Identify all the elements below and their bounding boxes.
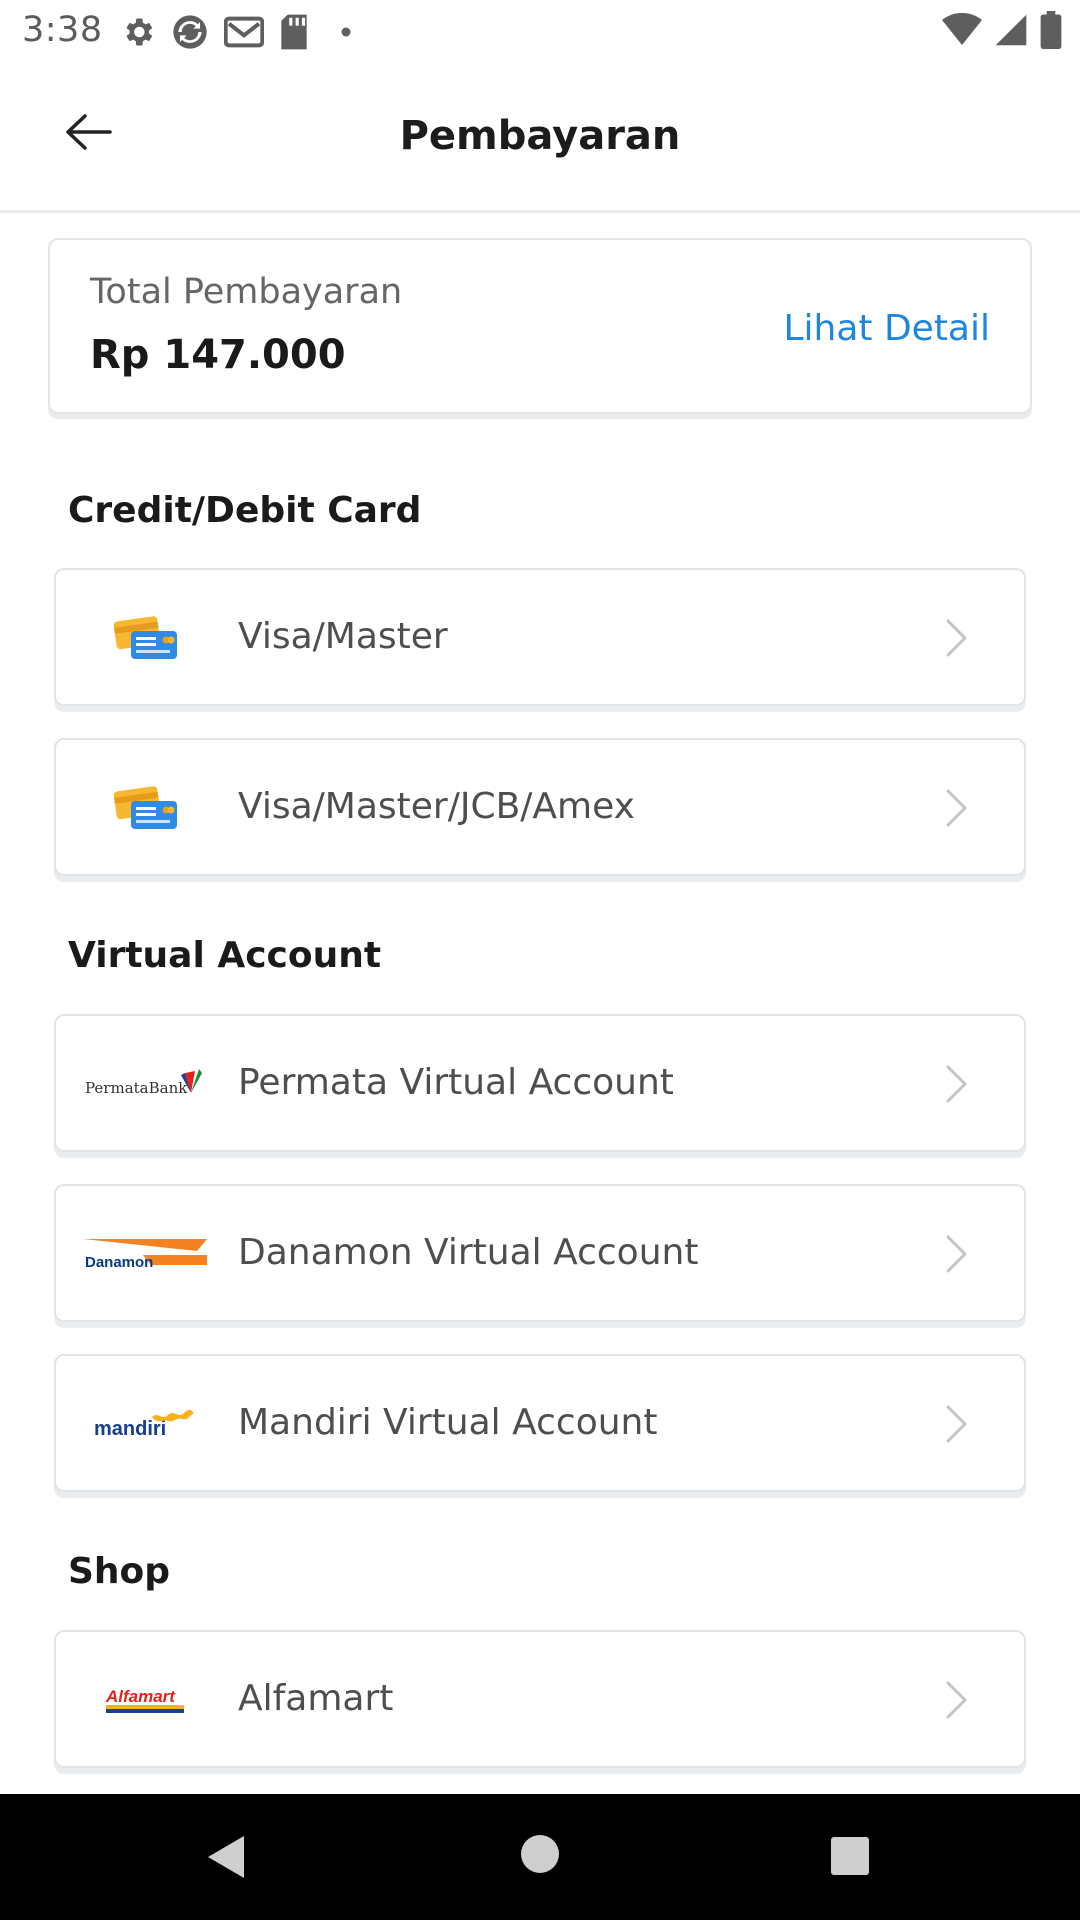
app-bar: Pembayaran	[0, 63, 1080, 213]
status-bar: 3:38	[0, 0, 1080, 63]
svg-text:Alfamart: Alfamart	[105, 1687, 176, 1706]
payment-option-permata-va[interactable]: PermataBank Permata Virtual Account	[54, 1014, 1026, 1152]
total-amount: Rp 147.000	[90, 332, 346, 378]
payment-option-alfamart[interactable]: Alfamart Alfamart	[54, 1630, 1026, 1768]
chevron-right-icon	[942, 615, 972, 661]
total-payment-card: Total Pembayaran Rp 147.000 Lihat Detail	[48, 238, 1032, 414]
section-title-shop: Shop	[68, 1551, 171, 1592]
wifi-icon	[942, 12, 982, 51]
circle-home-icon	[520, 1835, 560, 1878]
credit-card-icon	[80, 764, 210, 850]
option-label: Visa/Master	[238, 616, 448, 657]
chevron-right-icon	[942, 1401, 972, 1447]
page-title: Pembayaran	[399, 113, 681, 159]
status-time: 3:38	[22, 10, 103, 50]
nav-recents-button[interactable]	[830, 1836, 870, 1880]
nav-home-button[interactable]	[520, 1834, 560, 1878]
system-nav-bar	[0, 1794, 1080, 1920]
chevron-right-icon	[942, 785, 972, 831]
sync-icon	[170, 12, 210, 52]
triangle-back-icon	[204, 1836, 248, 1884]
total-label: Total Pembayaran	[90, 272, 403, 312]
chevron-right-icon	[942, 1231, 972, 1277]
chevron-right-icon	[942, 1677, 972, 1723]
view-detail-link[interactable]: Lihat Detail	[783, 308, 990, 349]
dot-icon	[324, 24, 354, 40]
svg-text:mandiri: mandiri	[94, 1418, 166, 1440]
gmail-icon	[224, 14, 264, 50]
payment-option-visa-master-jcb-amex[interactable]: Visa/Master/JCB/Amex	[54, 738, 1026, 876]
svg-text:PermataBank: PermataBank	[85, 1079, 188, 1097]
signal-icon	[994, 13, 1028, 51]
gear-icon	[120, 14, 156, 50]
payment-option-mandiri-va[interactable]: mandiri Mandiri Virtual Account	[54, 1354, 1026, 1492]
credit-card-icon	[80, 594, 210, 680]
option-label: Permata Virtual Account	[238, 1062, 674, 1103]
alfamart-logo: Alfamart	[80, 1656, 210, 1742]
permata-bank-logo: PermataBank	[80, 1040, 210, 1126]
svg-text:Danamon: Danamon	[85, 1254, 153, 1271]
square-recents-icon	[830, 1837, 870, 1880]
danamon-logo: Danamon	[80, 1210, 210, 1296]
battery-icon	[1040, 11, 1062, 53]
section-title-virtual-account: Virtual Account	[68, 935, 382, 976]
sd-card-icon	[278, 13, 310, 51]
option-label: Danamon Virtual Account	[238, 1232, 699, 1273]
payment-option-visa-master[interactable]: Visa/Master	[54, 568, 1026, 706]
chevron-right-icon	[942, 1061, 972, 1107]
option-label: Mandiri Virtual Account	[238, 1402, 658, 1443]
mandiri-logo: mandiri	[80, 1380, 210, 1466]
nav-back-button[interactable]	[204, 1834, 248, 1884]
section-title-credit-debit-card: Credit/Debit Card	[68, 490, 422, 531]
payment-option-danamon-va[interactable]: Danamon Danamon Virtual Account	[54, 1184, 1026, 1322]
option-label: Alfamart	[238, 1678, 394, 1719]
status-icons-left	[120, 12, 354, 52]
status-icons-right	[942, 11, 1062, 53]
option-label: Visa/Master/JCB/Amex	[238, 786, 635, 827]
